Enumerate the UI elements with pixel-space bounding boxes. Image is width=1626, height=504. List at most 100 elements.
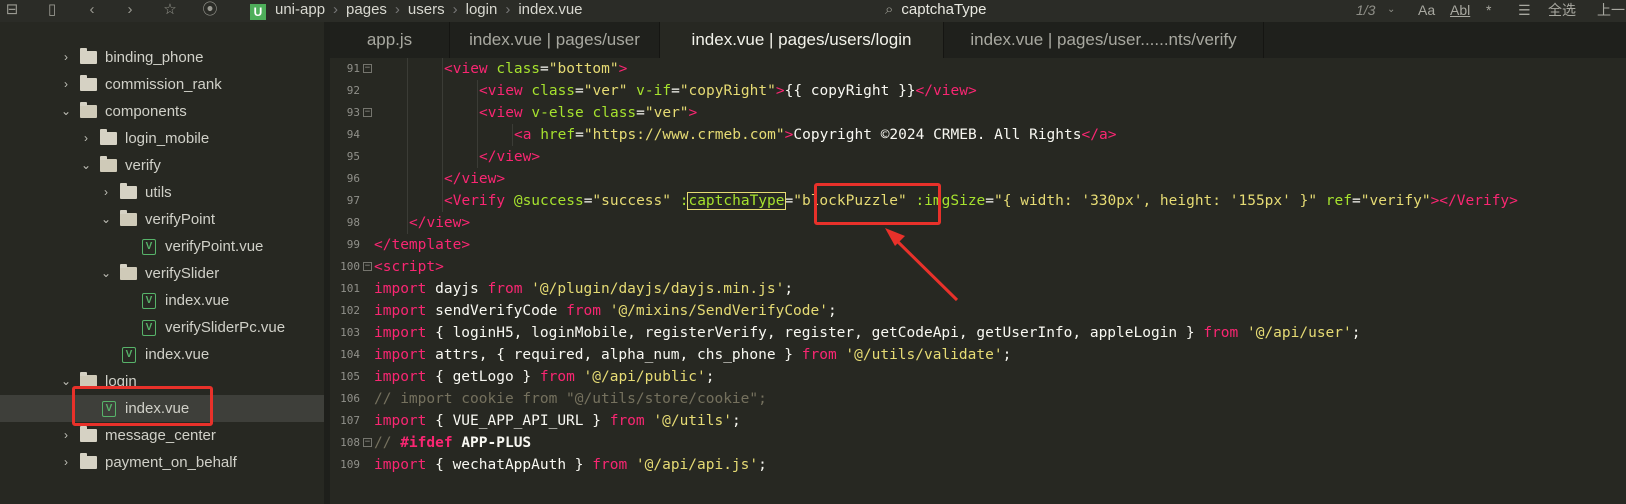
code-line[interactable]: 105 import { getLogo } from '@/api/public… (330, 366, 1626, 388)
indent-guide (442, 124, 443, 146)
code-token: > (435, 259, 444, 275)
forward-arrow-icon[interactable]: › (120, 0, 140, 20)
code-line[interactable]: 92 <view class="ver" v-if="copyRight">{{ … (330, 80, 1626, 102)
tree-item[interactable]: › utils (0, 179, 324, 206)
code-line[interactable]: 95 </view> (330, 146, 1626, 168)
code-token: {{ copyRight }} (784, 83, 916, 99)
tab-index-vue-user[interactable]: index.vue | pages/user (450, 22, 660, 58)
back-arrow-icon[interactable]: ‹ (82, 0, 102, 20)
breadcrumb-item[interactable]: uni-app (275, 1, 325, 18)
indent-guide (407, 80, 408, 102)
code-line[interactable]: 94 <a href="https://www.crmeb.com">Copyri… (330, 124, 1626, 146)
breadcrumb-item[interactable]: users (408, 1, 445, 18)
code-line[interactable]: 96 </view> (330, 168, 1626, 190)
code-text: import { VUE_APP_API_URL } from '@/utils… (374, 410, 741, 432)
fold-icon[interactable]: − (363, 64, 372, 73)
match-case-toggle[interactable]: Aa (1418, 0, 1435, 20)
tree-item[interactable]: ⌄ verify (0, 152, 324, 179)
chevron-right-icon[interactable]: › (60, 422, 72, 449)
tree-item[interactable]: Vindex.vue (0, 287, 324, 314)
tree-item[interactable]: › payment_on_behalf (0, 449, 324, 476)
save-file-icon[interactable]: ▯ (42, 0, 62, 20)
tree-item[interactable]: VverifyPoint.vue (0, 233, 324, 260)
regex-toggle[interactable]: * (1486, 0, 1491, 20)
folder-icon (80, 453, 97, 469)
tree-item[interactable]: VverifySliderPc.vue (0, 314, 324, 341)
breadcrumb-item[interactable]: index.vue (518, 1, 582, 18)
chevron-right-icon[interactable]: › (80, 125, 92, 152)
code-token: "verify" (1360, 193, 1431, 209)
code-token: class (496, 61, 541, 77)
code-line[interactable]: 91− <view class="bottom"> (330, 58, 1626, 80)
code-text: // import cookie from "@/utils/store/coo… (374, 388, 767, 410)
highlight-box-block-puzzle (814, 183, 941, 225)
fold-icon[interactable]: − (363, 262, 372, 271)
code-line[interactable]: 109 import { wechatAppAuth } from '@/api/… (330, 454, 1626, 476)
line-number: 107 (340, 414, 360, 427)
chevron-down-icon[interactable]: ⌄ (100, 206, 112, 233)
fold-icon[interactable]: − (363, 438, 372, 447)
code-line[interactable]: 102 import sendVerifyCode from '@/mixins/… (330, 300, 1626, 322)
code-line[interactable]: 106 // import cookie from "@/utils/store/… (330, 388, 1626, 410)
tree-item-label: login_mobile (125, 130, 210, 147)
code-token: class (531, 83, 576, 99)
chevron-down-icon[interactable]: ⌄ (60, 368, 72, 395)
indent-guide (442, 168, 443, 190)
code-token: < (374, 259, 383, 275)
code-token: { wechatAppAuth } (435, 457, 593, 473)
tree-item[interactable]: ⌄ components (0, 98, 324, 125)
code-token: > (618, 61, 628, 77)
chevron-down-icon[interactable]: ⌄ (60, 98, 72, 125)
prev-match-button[interactable]: 上一 (1597, 0, 1625, 20)
collapse-panel-icon[interactable]: ⊟ (2, 0, 22, 20)
fold-icon[interactable]: − (363, 108, 372, 117)
code-line[interactable]: 108−// #ifdef APP-PLUS (330, 432, 1626, 454)
code-line[interactable]: 100− <script> (330, 256, 1626, 278)
code-line[interactable]: 107 import { VUE_APP_API_URL } from '@/ut… (330, 410, 1626, 432)
code-token: ; (731, 413, 741, 429)
tree-item[interactable]: ⌄ verifySlider (0, 260, 324, 287)
select-all-button[interactable]: 全选 (1548, 0, 1576, 20)
star-icon[interactable]: ☆ (160, 0, 180, 20)
tree-item[interactable]: › commission_rank (0, 71, 324, 98)
code-editor[interactable]: 91− <view class="bottom"> 92 <view class="v… (330, 58, 1626, 504)
indent-guide (407, 190, 408, 212)
chevron-down-icon[interactable]: ⌄ (80, 152, 92, 179)
code-token: "https://www.crmeb.com" (583, 127, 785, 143)
code-token: > (1509, 193, 1518, 209)
code-line[interactable]: 103 import { loginH5, loginMobile, regist… (330, 322, 1626, 344)
run-icon[interactable]: ⦿ (200, 0, 220, 20)
code-line[interactable]: 93− <view v-else class="ver"> (330, 102, 1626, 124)
code-token: from (487, 281, 532, 297)
code-line[interactable]: 99 </template> (330, 234, 1626, 256)
tree-item[interactable]: › binding_phone (0, 44, 324, 71)
code-text: </view> (409, 212, 470, 234)
chevron-down-icon[interactable]: ⌄ (100, 260, 112, 287)
breadcrumb-item[interactable]: pages (346, 1, 387, 18)
tree-item[interactable]: › message_center (0, 422, 324, 449)
code-token: '@/utils/validate' (845, 347, 1003, 363)
chevron-down-icon[interactable]: ⌄ (1387, 0, 1395, 20)
menu-icon[interactable]: ☰ (1518, 0, 1531, 20)
code-token: class (592, 105, 637, 121)
tab-index-vue-login[interactable]: index.vue | pages/users/login (660, 22, 944, 58)
breadcrumb-item[interactable]: login (466, 1, 498, 18)
chevron-right-icon[interactable]: › (60, 449, 72, 476)
code-token: import (374, 347, 436, 363)
search-input[interactable]: captchaType (901, 1, 986, 18)
code-line[interactable]: 101 import dayjs from '@/plugin/dayjs/day… (330, 278, 1626, 300)
code-token: </ (479, 149, 497, 165)
code-line[interactable]: 98 </view> (330, 212, 1626, 234)
code-token: > (1107, 127, 1117, 143)
chevron-right-icon[interactable]: › (60, 71, 72, 98)
chevron-right-icon[interactable]: › (60, 44, 72, 71)
tab-index-vue-verify[interactable]: index.vue | pages/user......nts/verify (944, 22, 1264, 58)
whole-word-toggle[interactable]: Abl (1450, 0, 1470, 20)
tree-item[interactable]: ⌄ verifyPoint (0, 206, 324, 233)
tree-item[interactable]: Vindex.vue (0, 341, 324, 368)
chevron-right-icon[interactable]: › (100, 179, 112, 206)
tab-app-js[interactable]: app.js (330, 22, 450, 58)
code-line[interactable]: 104 import attrs, { required, alpha_num, … (330, 344, 1626, 366)
code-line[interactable]: 97 <Verify @success="success" :captchaTyp… (330, 190, 1626, 212)
tree-item[interactable]: › login_mobile (0, 125, 324, 152)
